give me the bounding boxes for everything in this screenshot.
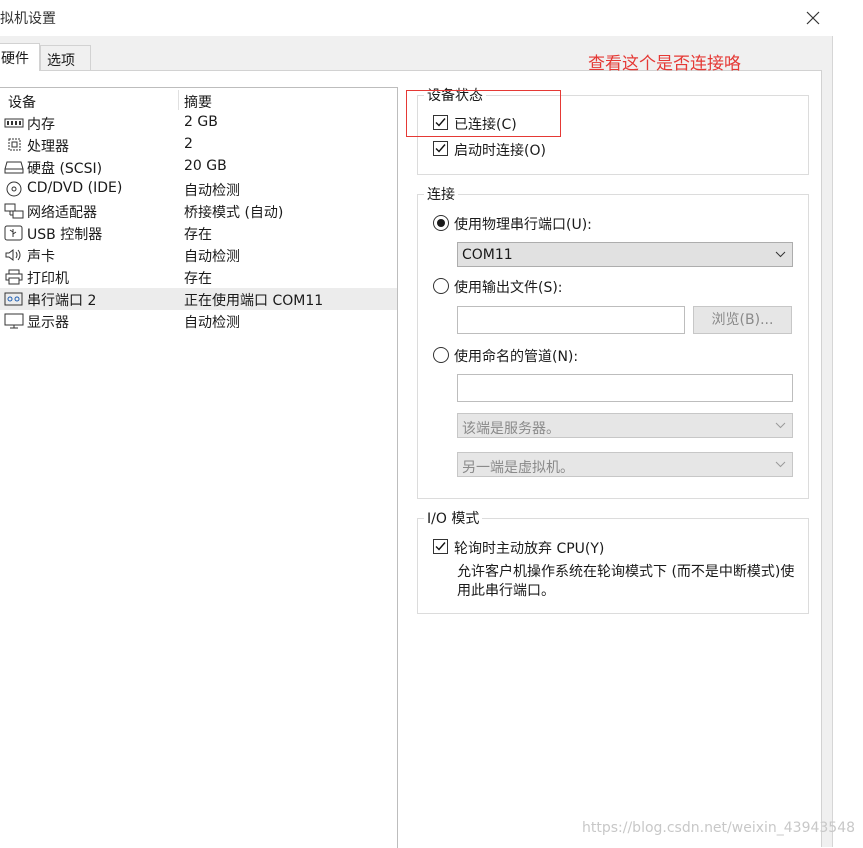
check-icon <box>435 144 446 153</box>
device-row-display[interactable]: 显示器 自动检测 <box>0 310 397 332</box>
device-summary: 自动检测 <box>184 183 240 199</box>
close-button[interactable] <box>793 0 833 36</box>
device-name: 网络适配器 <box>27 205 97 221</box>
browse-button[interactable]: 浏览(B)... <box>693 306 792 334</box>
chevron-down-icon <box>775 422 786 429</box>
device-name: 处理器 <box>27 139 69 155</box>
pipe-end-value: 该端是服务器。 <box>462 421 560 437</box>
device-row-usb-controller[interactable]: USB 控制器 存在 <box>0 222 397 244</box>
device-summary: 20 GB <box>184 158 227 174</box>
physical-port-label[interactable]: 使用物理串行端口(U): <box>454 214 592 234</box>
device-name: CD/DVD (IDE) <box>27 180 123 196</box>
device-row-sound-card[interactable]: 声卡 自动检测 <box>0 244 397 266</box>
cd-dvd-icon <box>6 181 22 197</box>
physical-port-radio[interactable] <box>433 215 449 231</box>
close-icon <box>806 11 820 25</box>
device-summary: 桥接模式 (自动) <box>184 205 284 221</box>
pipe-other-end-value: 另一端是虚拟机。 <box>462 460 574 476</box>
output-file-label[interactable]: 使用输出文件(S): <box>454 277 563 297</box>
connect-at-power-on-checkbox[interactable] <box>433 141 448 156</box>
output-file-radio[interactable] <box>433 278 449 294</box>
annotation-highlight-box <box>406 90 561 137</box>
device-name: 声卡 <box>27 249 55 265</box>
named-pipe-label[interactable]: 使用命名的管道(N): <box>454 346 578 366</box>
device-row-serial-port[interactable]: 串行端口 2 正在使用端口 COM11 <box>0 288 397 310</box>
device-name: 硬盘 (SCSI) <box>27 161 103 177</box>
device-summary: 正在使用端口 COM11 <box>184 293 324 309</box>
printer-icon <box>5 269 23 285</box>
connection-label: 连接 <box>424 184 458 204</box>
device-row-printer[interactable]: 打印机 存在 <box>0 266 397 288</box>
named-pipe-radio[interactable] <box>433 347 449 363</box>
device-name: 串行端口 2 <box>27 293 97 309</box>
title-bar: 拟机设置 <box>0 0 833 36</box>
device-name: USB 控制器 <box>27 227 103 243</box>
column-header-summary[interactable]: 摘要 <box>184 92 212 112</box>
speaker-icon <box>5 249 21 261</box>
window-title: 拟机设置 <box>0 11 56 27</box>
device-row-hard-disk[interactable]: 硬盘 (SCSI) 20 GB <box>0 156 397 178</box>
device-name: 显示器 <box>27 315 69 331</box>
device-row-memory[interactable]: 内存 2 GB <box>0 112 397 134</box>
cpu-icon <box>8 138 21 151</box>
background-strip <box>833 0 863 847</box>
monitor-icon <box>4 313 24 329</box>
usb-icon <box>4 225 23 241</box>
device-list-header: 设备 摘要 <box>0 88 397 112</box>
serial-port-icon <box>4 292 23 306</box>
column-header-device[interactable]: 设备 <box>8 92 36 112</box>
yield-cpu-label[interactable]: 轮询时主动放弃 CPU(Y) <box>454 538 604 558</box>
yield-cpu-checkbox[interactable] <box>433 539 448 554</box>
watermark: https://blog.csdn.net/weixin_43943548 <box>582 820 856 836</box>
tab-hardware[interactable]: 硬件 <box>0 43 40 71</box>
device-row-cd-dvd[interactable]: CD/DVD (IDE) 自动检测 <box>0 178 397 200</box>
device-list: 设备 摘要 内存 2 GB 处理器 2 硬盘 (SCSI) 20 GB CD/D… <box>0 87 398 848</box>
hard-disk-icon <box>4 161 24 174</box>
pipe-other-end-select[interactable]: 另一端是虚拟机。 <box>457 452 793 477</box>
device-name: 内存 <box>27 117 55 133</box>
named-pipe-input[interactable] <box>457 374 793 402</box>
device-summary: 自动检测 <box>184 249 240 265</box>
device-summary: 2 GB <box>184 114 218 130</box>
device-name: 打印机 <box>27 271 69 287</box>
device-summary: 存在 <box>184 271 212 287</box>
pipe-end-select[interactable]: 该端是服务器。 <box>457 413 793 438</box>
physical-port-select[interactable]: COM11 <box>457 242 793 267</box>
physical-port-value: COM11 <box>462 247 513 263</box>
chevron-down-icon <box>775 251 786 258</box>
column-divider[interactable] <box>178 90 179 110</box>
device-row-processor[interactable]: 处理器 2 <box>0 134 397 156</box>
annotation-text: 查看这个是否连接咯 <box>588 54 741 74</box>
chevron-down-icon <box>775 461 786 468</box>
check-icon <box>435 542 446 551</box>
device-summary: 存在 <box>184 227 212 243</box>
memory-icon <box>4 118 24 128</box>
network-adapter-icon <box>4 203 24 219</box>
output-file-input[interactable] <box>457 306 685 334</box>
io-mode-label: I/O 模式 <box>424 508 483 528</box>
io-mode-description: 允许客户机操作系统在轮询模式下 (而不是中断模式)使用此串行端口。 <box>457 564 795 599</box>
device-summary: 2 <box>184 136 193 152</box>
device-summary: 自动检测 <box>184 315 240 331</box>
device-row-network-adapter[interactable]: 网络适配器 桥接模式 (自动) <box>0 200 397 222</box>
tab-options[interactable]: 选项 <box>40 45 91 71</box>
connect-at-power-on-label[interactable]: 启动时连接(O) <box>454 140 546 160</box>
